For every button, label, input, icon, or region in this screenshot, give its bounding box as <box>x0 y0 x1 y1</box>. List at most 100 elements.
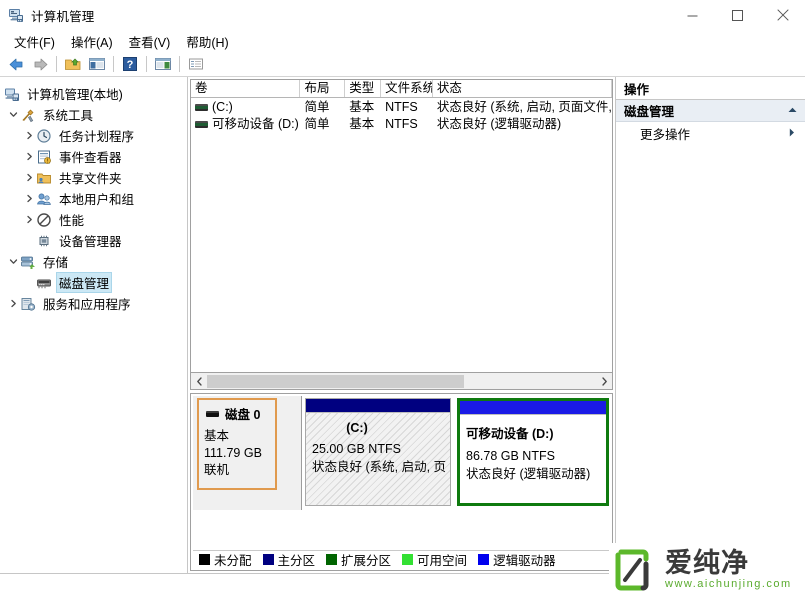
chevron-right-icon[interactable] <box>22 149 36 165</box>
task-scheduler-icon <box>36 128 52 144</box>
column-header-volume[interactable]: 卷 <box>191 80 300 97</box>
tree-item-storage[interactable]: 存储 <box>0 251 187 272</box>
disk-state: 联机 <box>204 462 270 479</box>
tree-item-label: 计算机管理(本地) <box>25 84 125 103</box>
disk-type: 基本 <box>204 428 270 445</box>
tree-item-disk-management[interactable]: 磁盘管理 <box>0 272 187 293</box>
chevron-up-icon[interactable] <box>788 106 797 115</box>
tree-item-label: 任务计划程序 <box>57 126 136 145</box>
disk-capacity: 111.79 GB <box>204 445 270 462</box>
event-viewer-icon: ! <box>36 149 52 165</box>
up-folder-icon[interactable] <box>62 54 84 75</box>
column-header-filesystem[interactable]: 文件系统 <box>381 80 433 97</box>
volume-name-cell: (C:) <box>191 99 300 115</box>
scrollbar-track[interactable] <box>207 374 596 389</box>
volume-list[interactable]: 卷 布局 类型 文件系统 状态 (C:) 简单 基本 NTFS 状态良好 (系统… <box>190 79 613 373</box>
partition-area: (C:) 25.00 GB NTFS 状态良好 (系统, 启动, 页 可移动设备… <box>302 396 609 510</box>
chevron-down-icon[interactable] <box>6 107 20 123</box>
volume-type-cell: 基本 <box>345 99 381 115</box>
forward-icon[interactable] <box>29 54 51 75</box>
menu-action[interactable]: 操作(A) <box>63 30 121 53</box>
tree-item-label: 磁盘管理 <box>57 273 111 292</box>
legend-item-free-space: 可用空间 <box>402 550 467 569</box>
chevron-down-icon[interactable] <box>6 254 20 270</box>
show-console-tree-icon[interactable] <box>86 54 108 75</box>
column-header-layout[interactable]: 布局 <box>300 80 345 97</box>
tree-item-task-scheduler[interactable]: 任务计划程序 <box>0 125 187 146</box>
partition-d[interactable]: 可移动设备 (D:) 86.78 GB NTFS 状态良好 (逻辑驱动器) <box>457 398 609 506</box>
chevron-right-icon[interactable] <box>596 374 612 389</box>
close-button[interactable] <box>760 0 805 30</box>
tree-item-shared-folders[interactable]: 共享文件夹 <box>0 167 187 188</box>
back-icon[interactable] <box>5 54 27 75</box>
tree-item-computer-management[interactable]: 计算机管理(本地) <box>0 83 187 104</box>
volume-status-cell: 状态良好 (系统, 启动, 页面文件, <box>433 99 612 115</box>
legend-label: 主分区 <box>278 550 316 569</box>
column-header-type[interactable]: 类型 <box>345 80 381 97</box>
chevron-right-icon[interactable] <box>6 296 20 312</box>
window-controls <box>670 0 805 30</box>
tree-item-device-manager[interactable]: 设备管理器 <box>0 230 187 251</box>
legend-item-primary-partition: 主分区 <box>263 550 316 569</box>
chevron-right-icon[interactable] <box>22 191 36 207</box>
computer-management-icon <box>8 7 24 23</box>
partition-status: 状态良好 (逻辑驱动器) <box>466 465 606 483</box>
tree-item-label: 本地用户和组 <box>57 189 136 208</box>
system-tools-icon <box>20 107 36 123</box>
legend-swatch <box>263 554 274 565</box>
disk-management-pane: 卷 布局 类型 文件系统 状态 (C:) 简单 基本 NTFS 状态良好 (系统… <box>188 77 616 574</box>
legend-label: 未分配 <box>214 550 252 569</box>
computer-management-window: 计算机管理 文件(F) 操作(A) 查看(V) 帮助(H) <box>0 0 805 597</box>
action-item-label: 更多操作 <box>640 124 690 143</box>
legend-label: 扩展分区 <box>341 550 391 569</box>
menu-help[interactable]: 帮助(H) <box>178 30 236 53</box>
toolbar-separator-1 <box>56 56 57 72</box>
tree-item-performance[interactable]: 性能 <box>0 209 187 230</box>
legend-item-unallocated: 未分配 <box>199 550 252 569</box>
menu-file[interactable]: 文件(F) <box>6 30 63 53</box>
tree-item-event-viewer[interactable]: ! 事件查看器 <box>0 146 187 167</box>
device-manager-icon <box>36 233 52 249</box>
chevron-right-icon[interactable] <box>22 212 36 228</box>
actions-section-disk-management[interactable]: 磁盘管理 <box>616 100 805 122</box>
disk-title: 磁盘 0 <box>206 404 270 423</box>
legend-label: 逻辑驱动器 <box>493 550 556 569</box>
toolbar-separator-2 <box>113 56 114 72</box>
column-header-status[interactable]: 状态 <box>433 80 612 97</box>
svg-text:?: ? <box>127 59 134 71</box>
watermark-url: www.aichunjing.com <box>665 578 792 591</box>
tree-item-label: 事件查看器 <box>57 147 124 166</box>
properties-icon[interactable] <box>185 54 207 75</box>
volume-type-cell: 基本 <box>345 116 381 132</box>
volume-list-scrollbar[interactable] <box>190 373 613 390</box>
maximize-button[interactable] <box>715 0 760 30</box>
chevron-left-icon[interactable] <box>191 374 207 389</box>
help-icon[interactable]: ? <box>119 54 141 75</box>
partition-size: 25.00 GB NTFS <box>312 440 450 458</box>
computer-icon <box>4 86 20 102</box>
scrollbar-thumb[interactable] <box>207 375 464 388</box>
local-users-icon <box>36 191 52 207</box>
show-action-pane-icon[interactable] <box>152 54 174 75</box>
actions-section-label: 磁盘管理 <box>624 101 674 120</box>
table-row[interactable]: (C:) 简单 基本 NTFS 状态良好 (系统, 启动, 页面文件, <box>191 98 612 115</box>
minimize-button[interactable] <box>670 0 715 30</box>
disk-header-cell[interactable]: 磁盘 0 基本 111.79 GB 联机 <box>193 396 302 510</box>
tree-item-label: 性能 <box>57 210 86 229</box>
services-apps-icon <box>20 296 36 312</box>
action-item-more-actions[interactable]: 更多操作 <box>616 122 805 144</box>
partition-c[interactable]: (C:) 25.00 GB NTFS 状态良好 (系统, 启动, 页 <box>305 398 451 506</box>
tree-item-system-tools[interactable]: 系统工具 <box>0 104 187 125</box>
actions-pane: 操作 磁盘管理 更多操作 <box>616 77 805 574</box>
chevron-right-icon[interactable] <box>22 128 36 144</box>
menu-view[interactable]: 查看(V) <box>121 30 179 53</box>
chevron-right-icon[interactable] <box>789 128 795 139</box>
window-title: 计算机管理 <box>31 6 95 25</box>
tree-item-services-applications[interactable]: 服务和应用程序 <box>0 293 187 314</box>
tree-item-local-users-groups[interactable]: 本地用户和组 <box>0 188 187 209</box>
volume-layout-cell: 简单 <box>300 116 345 132</box>
chevron-right-icon[interactable] <box>22 170 36 186</box>
tree-item-label: 服务和应用程序 <box>41 294 133 313</box>
table-row[interactable]: 可移动设备 (D:) 简单 基本 NTFS 状态良好 (逻辑驱动器) <box>191 115 612 132</box>
disk-management-icon <box>36 275 52 291</box>
